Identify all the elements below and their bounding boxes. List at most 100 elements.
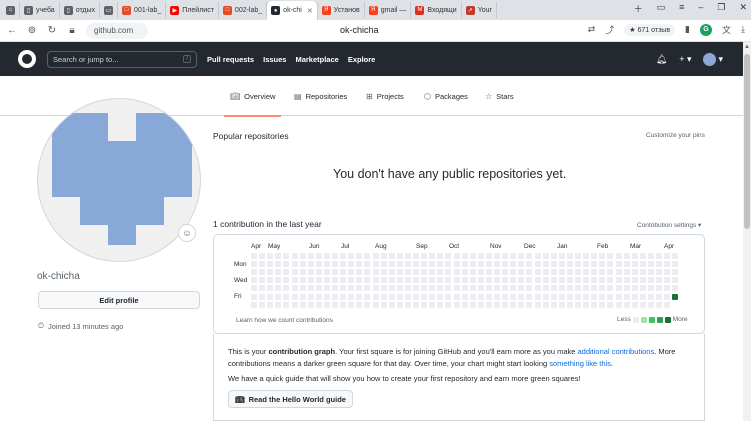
contribution-day-cell[interactable] [615, 277, 622, 284]
contribution-day-cell[interactable] [526, 253, 533, 259]
contribution-day-cell[interactable] [591, 261, 598, 268]
contribution-day-cell[interactable] [283, 293, 290, 300]
contribution-day-cell[interactable] [623, 277, 630, 284]
contribution-day-cell[interactable] [583, 269, 590, 276]
contribution-settings-dropdown[interactable]: Contribution settings ▾ [637, 221, 701, 229]
contribution-day-cell[interactable] [510, 269, 517, 276]
contribution-day-cell[interactable] [396, 293, 403, 300]
contribution-day-cell[interactable] [323, 301, 330, 308]
contribution-day-cell[interactable] [380, 293, 387, 300]
contribution-day-cell[interactable] [291, 261, 298, 268]
contribution-day-cell[interactable] [404, 285, 411, 292]
plus-dropdown-icon[interactable]: + ▾ [679, 54, 691, 65]
contribution-day-cell[interactable] [388, 261, 395, 268]
contribution-day-cell[interactable] [534, 285, 541, 292]
url-field[interactable]: github.com [86, 22, 148, 39]
contribution-day-cell[interactable] [267, 293, 274, 300]
contribution-day-cell[interactable] [291, 301, 298, 308]
contribution-day-cell[interactable] [461, 269, 468, 276]
contribution-day-cell[interactable] [259, 261, 266, 268]
contribution-day-cell[interactable] [477, 301, 484, 308]
contribution-day-cell[interactable] [299, 261, 306, 268]
contribution-day-cell[interactable] [526, 261, 533, 268]
edit-profile-button[interactable]: Edit profile [38, 291, 200, 309]
contribution-day-cell[interactable] [307, 301, 314, 308]
download-icon[interactable]: ⤓ [741, 24, 745, 35]
lock-icon[interactable]: 🔒︎ [64, 23, 80, 39]
contribution-day-cell[interactable] [639, 261, 646, 268]
contribution-day-cell[interactable] [453, 293, 460, 300]
contribution-day-cell[interactable] [526, 269, 533, 276]
contribution-day-cell[interactable] [388, 253, 395, 259]
nav-explore[interactable]: Explore [348, 55, 376, 64]
contribution-day-cell[interactable] [307, 253, 314, 259]
contribution-day-cell[interactable] [453, 301, 460, 308]
contribution-day-cell[interactable] [404, 269, 411, 276]
contribution-day-cell[interactable] [437, 301, 444, 308]
contribution-day-cell[interactable] [623, 293, 630, 300]
browser-tab[interactable]: □ 002-lab_ [219, 2, 268, 18]
contribution-day-cell[interactable] [502, 293, 509, 300]
contribution-day-cell[interactable] [494, 269, 500, 276]
contribution-day-cell[interactable] [267, 269, 274, 276]
contribution-day-cell[interactable] [518, 285, 525, 292]
contribution-day-cell[interactable] [413, 277, 419, 284]
contribution-day-cell[interactable] [566, 269, 573, 276]
bookmark-icon[interactable]: ▮ [685, 24, 690, 35]
contribution-day-cell[interactable] [639, 253, 646, 259]
contribution-day-cell[interactable] [323, 253, 330, 259]
contribution-day-cell[interactable] [550, 261, 557, 268]
contribution-day-cell[interactable] [664, 253, 671, 259]
contribution-day-cell[interactable] [485, 253, 492, 259]
contribution-day-cell[interactable] [534, 261, 541, 268]
contribution-day-cell[interactable] [299, 301, 306, 308]
contribution-day-cell[interactable] [558, 285, 565, 292]
contribution-day-cell[interactable] [372, 261, 379, 268]
contribution-day-cell[interactable] [469, 261, 476, 268]
contribution-day-cell[interactable] [364, 293, 371, 300]
contribution-day-cell[interactable] [323, 269, 330, 276]
contribution-day-cell[interactable] [672, 269, 679, 276]
contribution-day-cell[interactable] [283, 301, 290, 308]
contribution-day-cell[interactable] [502, 253, 509, 259]
contribution-day-cell[interactable] [526, 277, 533, 284]
contribution-day-cell[interactable] [656, 301, 662, 308]
contribution-day-cell[interactable] [510, 301, 517, 308]
tab-stars[interactable]: ☆ Stars [485, 92, 514, 101]
contribution-day-cell[interactable] [364, 261, 371, 268]
contribution-day-cell[interactable] [364, 269, 371, 276]
contribution-day-cell[interactable] [631, 277, 638, 284]
contribution-day-cell[interactable] [607, 285, 614, 292]
contribution-day-cell[interactable] [477, 269, 484, 276]
contribution-day-cell[interactable] [485, 285, 492, 292]
contribution-day-cell[interactable] [396, 261, 403, 268]
contribution-day-cell[interactable] [526, 301, 533, 308]
contribution-day-cell[interactable] [413, 269, 419, 276]
contribution-day-cell[interactable] [372, 277, 379, 284]
contribution-day-cell[interactable] [267, 301, 274, 308]
contribution-day-cell[interactable] [275, 269, 282, 276]
contribution-day-cell[interactable] [396, 285, 403, 292]
contribution-day-cell[interactable] [307, 269, 314, 276]
contribution-day-cell[interactable] [315, 269, 322, 276]
contribution-day-cell[interactable] [656, 293, 662, 300]
contribution-day-cell[interactable] [656, 253, 662, 259]
contribution-day-cell[interactable] [583, 285, 590, 292]
contribution-day-cell[interactable] [445, 269, 452, 276]
contribution-day-cell[interactable] [502, 261, 509, 268]
contribution-day-cell[interactable] [348, 301, 355, 308]
contribution-day-cell[interactable] [283, 285, 290, 292]
contribution-day-cell[interactable] [615, 301, 622, 308]
contribution-day-cell[interactable] [477, 261, 484, 268]
contribution-day-cell[interactable] [332, 293, 338, 300]
contribution-day-cell[interactable] [469, 285, 476, 292]
bell-icon[interactable]: 🔔︎ [656, 54, 667, 65]
contribution-day-cell[interactable] [429, 301, 436, 308]
browser-tab[interactable]: Я Установ [318, 2, 365, 18]
contribution-day-cell[interactable] [656, 261, 662, 268]
contribution-day-cell[interactable] [566, 261, 573, 268]
contribution-day-cell[interactable] [558, 261, 565, 268]
menu-icon[interactable]: ≡ [679, 2, 684, 15]
contribution-day-cell[interactable] [356, 269, 363, 276]
contribution-day-cell[interactable] [623, 269, 630, 276]
